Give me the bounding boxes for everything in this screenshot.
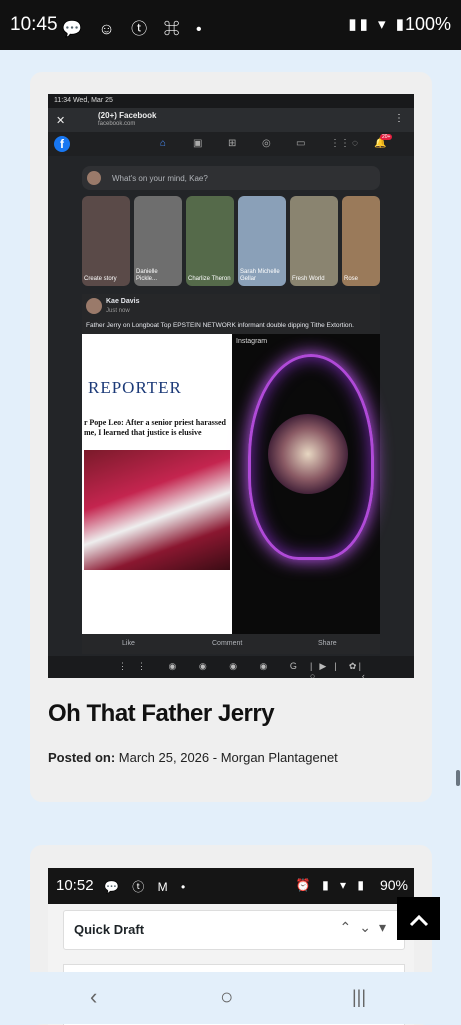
status-time: 10:45 (10, 14, 58, 35)
notification-icons: 💬 ☺ ⓣ ⌘ • (62, 21, 208, 38)
inner-battery: 90% (379, 877, 408, 893)
battery-percent: 100% (404, 14, 451, 34)
composer-input: What's on your mind, Kae? (82, 166, 380, 190)
story-card: Fresh World (290, 196, 338, 286)
inner-browser-bar: ✕ (20+) Facebook facebook.com ⋮ (48, 108, 414, 132)
inner-taskbar: ⋮⋮ ◉ ◉ ◉ ◉ G ▶ ✿ ||| ○ ‹ (48, 656, 414, 678)
status-bar: 10:45 💬 ☺ ⓣ ⌘ • ▮▮ ▾ ▮ 100% (0, 0, 461, 50)
comment-label: Comment (212, 640, 243, 647)
story-card: Sarah Michelle Gellar (238, 196, 286, 286)
stories-row: Create story Danielle Pickle... Charlize… (82, 196, 380, 288)
alarm-signal-icons: ⏰ ▮ ▾ ▮ (295, 878, 368, 892)
facebook-logo-icon: f (54, 136, 70, 152)
post-avatar (86, 298, 102, 314)
inner-status-bar: 10:52 💬 ⓣ M • ⏰ ▮ ▾ ▮ 90% (48, 868, 414, 904)
reporter-masthead: REPORTER (88, 378, 182, 397)
story-card: Charlize Theron (186, 196, 234, 286)
post-time: Just now (106, 308, 130, 314)
meta-separator: - (209, 750, 221, 765)
composer-placeholder: What's on your mind, Kae? (112, 174, 208, 183)
home-icon: ⌂ (160, 138, 167, 149)
story-name: Danielle Pickle... (136, 269, 158, 282)
messenger-icon: ◌ (352, 138, 358, 149)
glow-image (268, 414, 348, 494)
share-label: Share (318, 640, 337, 647)
facebook-nav: f ⌂ ▣ ⊞ ◎ ▭ ⋮⋮ ◌ 🔔 20+ (48, 132, 414, 156)
menu-grid-icon: ⋮⋮ (330, 138, 350, 149)
inner-time: 10:52 (56, 877, 94, 894)
marketplace-icon: ⊞ (228, 138, 237, 149)
story-card: Create story (82, 196, 130, 286)
chevron-up-down-icons: ⌃⌄▾ (339, 919, 394, 935)
system-nav-bar: ‹ ○ ||| (0, 972, 461, 1024)
close-icon: ✕ (56, 115, 66, 127)
post-author-link[interactable]: Morgan Plantagenet (221, 750, 338, 765)
quick-draft-widget: Quick Draft ⌃⌄▾ (63, 910, 405, 950)
gaming-icon: ▭ (296, 138, 306, 149)
facebook-post: Kae Davis Just now Father Jerry on Longb… (82, 294, 380, 654)
post-card[interactable]: 11:34 Wed, Mar 25 ✕ (20+) Facebook faceb… (30, 72, 432, 802)
instagram-label: Instagram (236, 338, 268, 345)
chevron-up-icon (409, 915, 428, 927)
story-name: Fresh World (292, 276, 325, 282)
like-label: Like (122, 640, 135, 647)
notification-badge: 20+ (380, 134, 393, 140)
inner-tab-title: (20+) Facebook (98, 111, 157, 120)
post-featured-image[interactable]: 11:34 Wed, Mar 25 ✕ (20+) Facebook faceb… (48, 94, 414, 678)
post-date[interactable]: March 25, 2026 (119, 750, 209, 765)
recents-icon[interactable]: ||| (352, 987, 366, 1008)
story-card: Danielle Pickle... (134, 196, 182, 286)
article-headline: r Pope Leo: After a senior priest harass… (84, 418, 226, 437)
story-name: Create story (84, 276, 117, 282)
post-actions: Like Comment Share (82, 636, 380, 654)
scrollbar-thumb[interactable] (456, 770, 460, 786)
post-text: Father Jerry on Longboat Top EPSTEIN NET… (86, 322, 354, 329)
post-author: Kae Davis (106, 298, 140, 305)
story-name: Sarah Michelle Gellar (240, 269, 280, 282)
groups-icon: ◎ (262, 138, 271, 149)
article-photo (84, 450, 230, 570)
post-title[interactable]: Oh That Father Jerry (48, 700, 275, 728)
story-name: Charlize Theron (188, 276, 231, 282)
instagram-screenshot: Instagram (232, 334, 380, 634)
notification-icons: 💬 ⓣ M • (104, 880, 191, 894)
article-screenshot: REPORTER r Pope Leo: After a senior prie… (82, 334, 232, 634)
story-name: Rose (344, 276, 359, 282)
post-meta: Posted on: March 25, 2026 - Morgan Plant… (48, 750, 338, 765)
quick-draft-title: Quick Draft (74, 922, 145, 937)
video-icon: ▣ (193, 138, 203, 149)
inner-tab-url: facebook.com (98, 121, 136, 127)
inner-time: 11:34 Wed, Mar 25 (54, 97, 113, 104)
inner-status-bar: 11:34 Wed, Mar 25 (48, 94, 414, 108)
scroll-to-top-button[interactable] (397, 897, 440, 940)
signal-wifi-icons: ▮▮ ▾ ▮ (348, 16, 407, 33)
story-card: Rose (342, 196, 380, 286)
posted-on-label: Posted on: (48, 750, 116, 765)
back-icon[interactable]: ‹ (90, 984, 97, 1010)
inner-nav-icons: ||| ○ ‹ (310, 661, 387, 678)
more-icon: ⋮ (394, 113, 404, 124)
avatar (87, 171, 101, 185)
home-icon[interactable]: ○ (220, 984, 233, 1010)
